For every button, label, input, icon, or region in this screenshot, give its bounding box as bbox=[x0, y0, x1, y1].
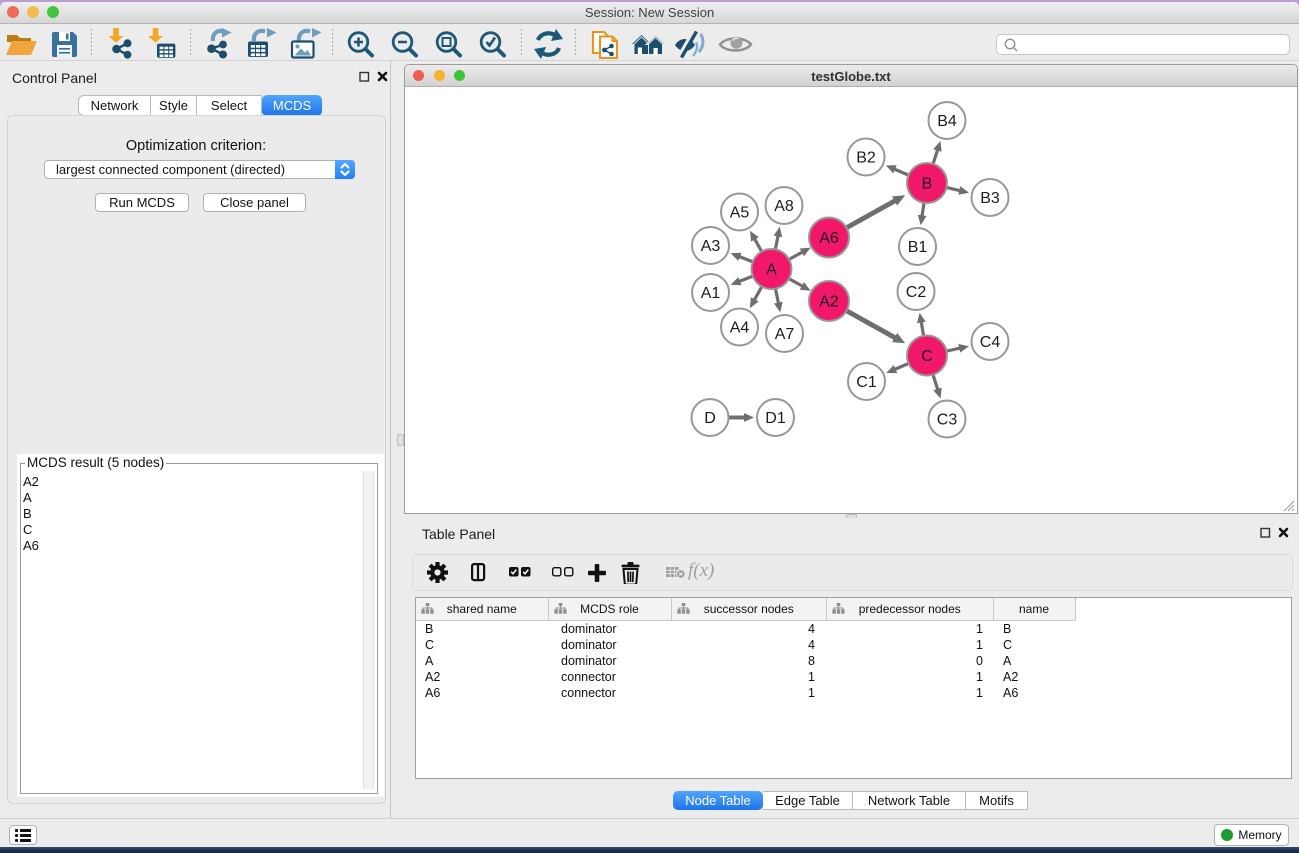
svg-text:B4: B4 bbox=[937, 113, 957, 130]
svg-text:C: C bbox=[921, 348, 933, 365]
svg-text:A4: A4 bbox=[730, 320, 750, 337]
svg-text:D1: D1 bbox=[765, 410, 786, 427]
svg-text:A5: A5 bbox=[730, 205, 750, 222]
svg-text:A6: A6 bbox=[819, 230, 839, 247]
svg-text:A7: A7 bbox=[775, 326, 795, 343]
svg-text:A2: A2 bbox=[819, 294, 839, 311]
svg-text:C3: C3 bbox=[937, 412, 958, 429]
svg-text:B1: B1 bbox=[908, 239, 928, 256]
svg-text:B3: B3 bbox=[980, 190, 1000, 207]
svg-text:A1: A1 bbox=[701, 285, 721, 302]
svg-text:C1: C1 bbox=[856, 374, 877, 391]
svg-text:A8: A8 bbox=[774, 198, 794, 215]
svg-text:B2: B2 bbox=[856, 150, 876, 167]
svg-text:C2: C2 bbox=[906, 284, 927, 301]
svg-text:A3: A3 bbox=[701, 238, 721, 255]
svg-text:A: A bbox=[766, 262, 777, 279]
svg-text:C4: C4 bbox=[980, 334, 1001, 351]
svg-text:D: D bbox=[704, 410, 716, 427]
svg-text:B: B bbox=[922, 176, 933, 193]
